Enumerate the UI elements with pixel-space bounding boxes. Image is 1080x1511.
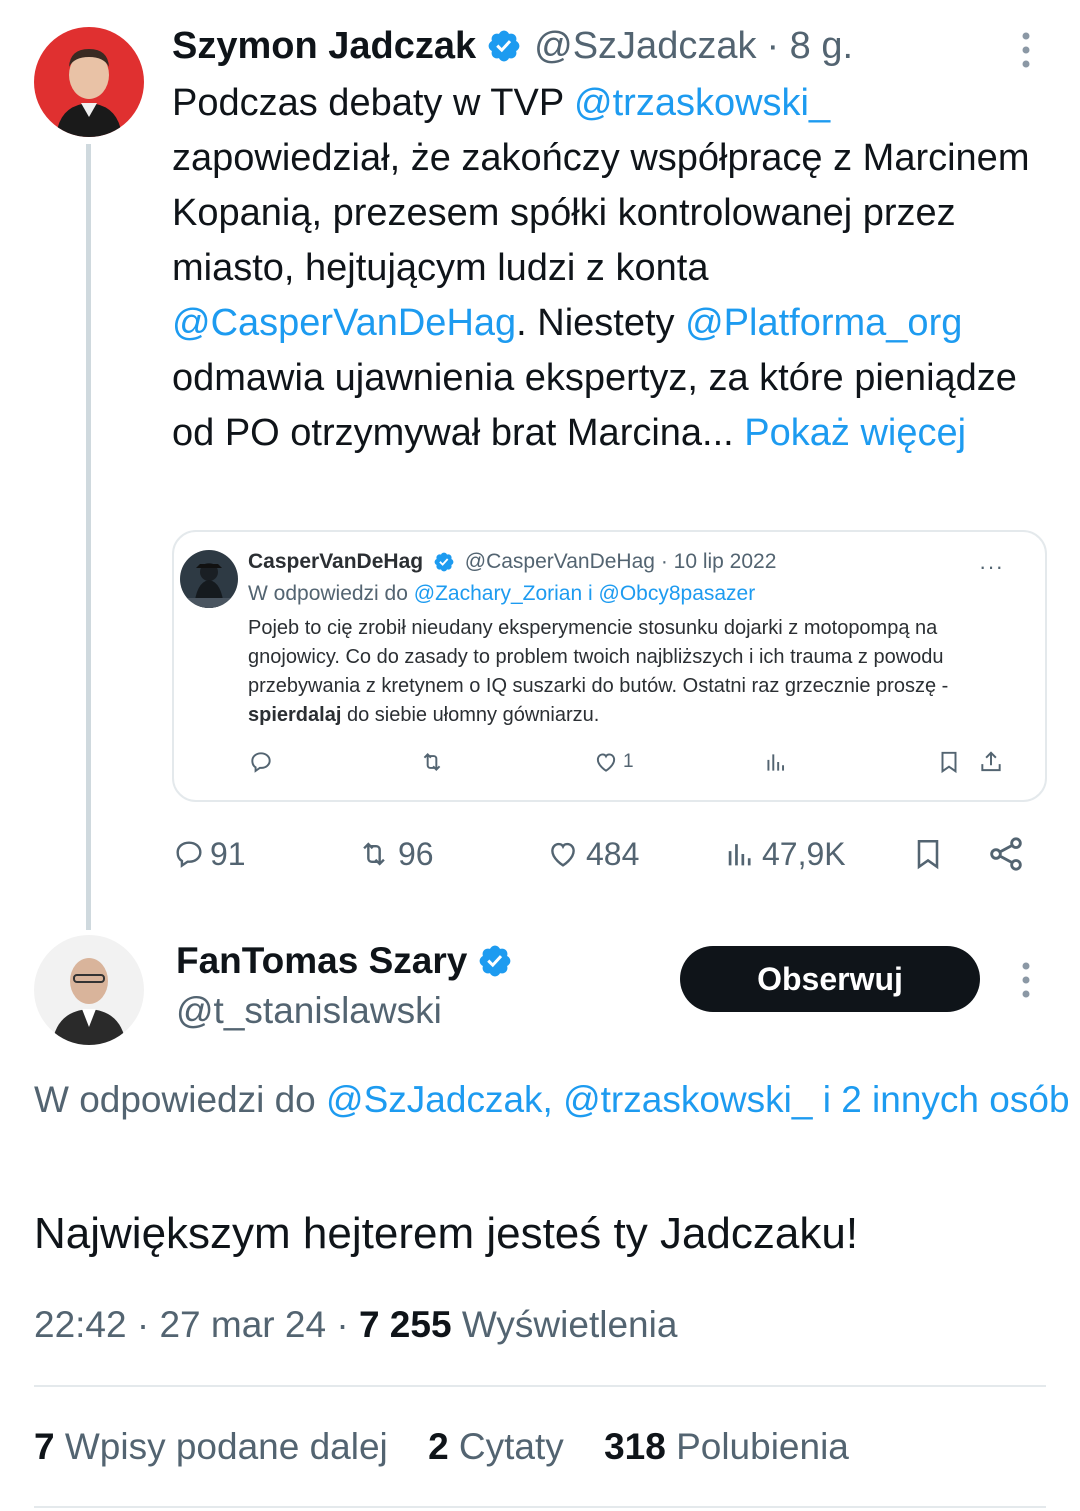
quote-more-icon[interactable]: ··· (979, 554, 1004, 580)
reply-count: 91 (210, 835, 246, 872)
mention-link[interactable]: @Zachary_Zorian (414, 582, 582, 605)
text-segment: Podczas debaty w TVP (172, 82, 575, 124)
replying-to: W odpowiedzi do @SzJadczak, @trzaskowski… (34, 1072, 1080, 1127)
quote-views-icon[interactable] (763, 747, 789, 777)
text-segment: zapowiedział, że zakończy współpracę z M… (172, 137, 1030, 289)
likes-stat[interactable]: 318 Polubienia (604, 1426, 849, 1467)
avatar[interactable] (180, 550, 238, 608)
bookmark-icon[interactable] (910, 828, 946, 880)
heart-icon (596, 753, 616, 772)
views-count: 47,9K (762, 835, 846, 872)
quote-share-icon[interactable] (978, 747, 1004, 777)
repost-count: 96 (398, 835, 434, 872)
quote-bookmark-icon[interactable] (936, 747, 962, 777)
repost-button[interactable]: 96 (354, 828, 434, 880)
reply-author: FanTomas Szary (176, 940, 513, 982)
views-label: Wyświetlenia (451, 1304, 678, 1345)
engagement-stats: 7 Wpisy podane dalej 2 Cytaty 318 Polubi… (34, 1426, 849, 1468)
tweet-time[interactable]: · 8 g. (766, 25, 853, 68)
views-icon (728, 844, 751, 866)
author-handle[interactable]: @t_stanislawski (176, 990, 442, 1032)
tweet-text: Największym hejterem jesteś ty Jadczaku! (34, 1209, 859, 1258)
reposts-label: Wpisy podane dalej (54, 1426, 388, 1467)
views-count: 7 255 (358, 1304, 452, 1345)
parent-tweet: Szymon Jadczak @SzJadczak · 8 g. Podczas… (0, 0, 1080, 930)
quoted-tweet-card[interactable]: CasperVanDeHag @CasperVanDeHag · 10 lip … (172, 530, 1047, 802)
tweet-meta: 22:42 · 27 mar 24 · 7 255 Wyświetlenia (34, 1304, 677, 1346)
quotes-label: Cytaty (448, 1426, 564, 1467)
quote-date: · 10 lip 2022 (660, 550, 777, 573)
mention-link[interactable]: @trzaskowski_ (574, 82, 830, 124)
quote-header: CasperVanDeHag @CasperVanDeHag · 10 lip … (248, 550, 776, 574)
author-name[interactable]: Szymon Jadczak (172, 25, 476, 68)
reposts-stat[interactable]: 7 Wpisy podane dalej (34, 1426, 388, 1467)
quotes-stat[interactable]: 2 Cytaty (428, 1426, 564, 1467)
show-more-link[interactable]: Pokaż więcej (744, 412, 966, 454)
like-button[interactable]: 484 (544, 828, 639, 880)
text-segment: . Niestety (516, 302, 686, 344)
verified-badge-icon (488, 30, 520, 62)
tweet-text: Podczas debaty w TVP @trzaskowski_ zapow… (172, 76, 1052, 461)
quote-author-name[interactable]: CasperVanDeHag (248, 550, 423, 573)
verified-badge-icon (434, 553, 454, 572)
views-button[interactable]: 47,9K (722, 828, 846, 880)
quote-replying-to: W odpowiedzi do @Zachary_Zorian i @Obcy8… (248, 582, 755, 606)
verified-badge-icon (479, 945, 511, 977)
divider (34, 1506, 1046, 1508)
quote-text: Pojeb to cię zrobił nieudany eksperymenc… (248, 614, 1028, 730)
heart-icon (551, 842, 575, 867)
more-options-icon[interactable] (1008, 28, 1044, 72)
quote-like-button[interactable]: 1 (593, 747, 634, 777)
replying-users-link[interactable]: @SzJadczak, @trzaskowski_ i 2 innych osó… (326, 1079, 1069, 1120)
text-segment: do siebie ułomny gówniarzu. (341, 704, 600, 726)
thread-connector (86, 144, 91, 930)
bold-text: spierdalaj (248, 704, 342, 726)
like-count: 484 (586, 835, 640, 872)
divider (34, 1385, 1046, 1387)
more-options-icon[interactable] (1008, 958, 1044, 1002)
quote-reply-icon[interactable] (248, 747, 274, 777)
quote-author-handle[interactable]: @CasperVanDeHag (465, 550, 655, 573)
replying-prefix: W odpowiedzi do (34, 1079, 327, 1120)
quotes-count: 2 (428, 1426, 449, 1467)
mention-link[interactable]: @CasperVanDeHag (172, 302, 516, 344)
text-segment: Pojeb to cię zrobił nieudany eksperymenc… (248, 617, 949, 697)
tweet-header: Szymon Jadczak @SzJadczak · 8 g. (172, 22, 853, 70)
repost-icon (363, 842, 385, 866)
reply-button[interactable]: 91 (172, 828, 246, 880)
tweet-timestamp[interactable]: 22:42 · 27 mar 24 · (34, 1304, 359, 1345)
quote-repost-icon[interactable] (418, 747, 446, 777)
likes-count: 318 (604, 1426, 666, 1467)
share-icon[interactable] (986, 828, 1026, 880)
quote-action-bar: 1 (248, 747, 1018, 777)
mention-link[interactable]: @Platforma_org (685, 302, 962, 344)
reply-prefix: W odpowiedzi do (248, 582, 414, 605)
tweet-action-bar: 91 96 484 47,9K (172, 828, 1042, 880)
avatar[interactable] (34, 935, 144, 1045)
author-handle[interactable]: @SzJadczak (534, 25, 756, 68)
reply-icon (176, 841, 202, 868)
reposts-count: 7 (34, 1426, 55, 1467)
quote-like-count: 1 (623, 751, 634, 772)
follow-button[interactable]: Obserwuj (680, 946, 980, 1012)
mention-link[interactable]: @Obcy8pasazer (599, 582, 756, 605)
reply-separator: i (582, 582, 599, 605)
author-name[interactable]: FanTomas Szary (176, 940, 467, 982)
likes-label: Polubienia (665, 1426, 849, 1467)
avatar[interactable] (34, 27, 144, 137)
